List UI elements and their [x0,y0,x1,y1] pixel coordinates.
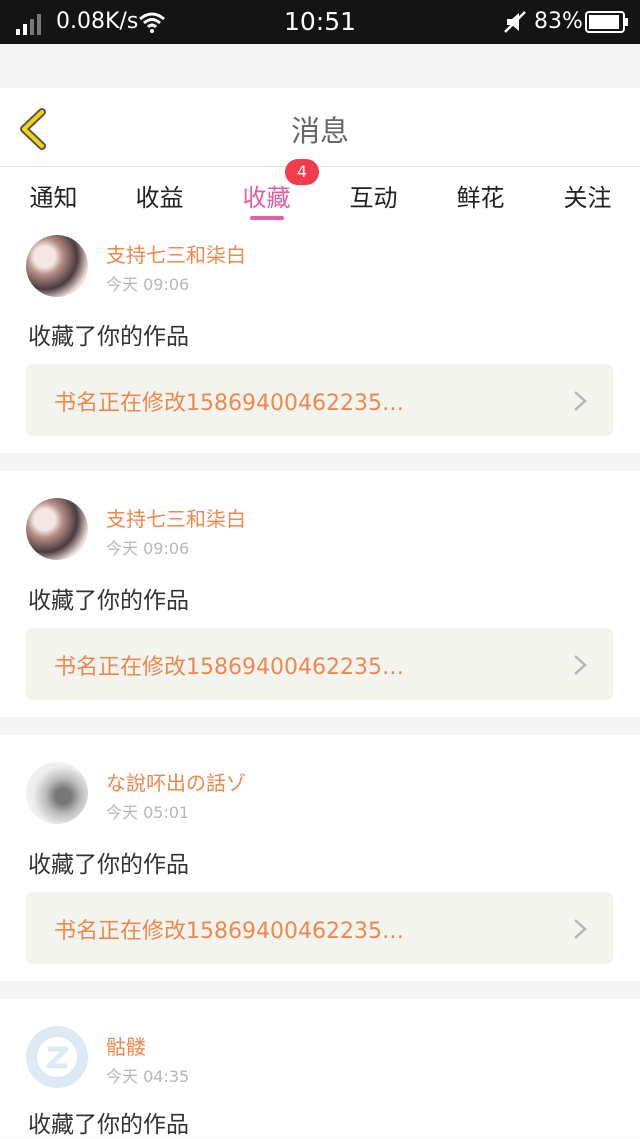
favorites-count-badge: 4 [285,159,319,185]
book-title: 书名正在修改15869400462235… [54,391,404,416]
list-item: 支持七三和柒白 今天 09:06 收藏了你的作品 书名正在修改158694004… [0,471,640,717]
battery-percent: 83% [534,9,583,34]
book-link[interactable]: 书名正在修改15869400462235… [26,364,613,436]
username[interactable]: な說吥出の話ゾ [106,767,246,796]
book-link[interactable]: 书名正在修改15869400462235… [26,892,613,964]
action-text: 收藏了你的作品 [28,324,189,350]
tab-follows[interactable]: 关注 [534,178,640,213]
action-text: 收藏了你的作品 [28,852,189,878]
chevron-right-icon [574,391,587,411]
timestamp: 今天 09:06 [106,539,190,558]
default-avatar-icon [37,1037,77,1077]
mute-icon [504,11,526,33]
list-item: な說吥出の話ゾ 今天 05:01 收藏了你的作品 书名正在修改158694004… [0,735,640,981]
tab-earnings[interactable]: 收益 [106,178,213,213]
tab-flowers[interactable]: 鲜花 [427,178,534,213]
tab-interactions[interactable]: 互动 [320,178,427,213]
page-title: 消息 [290,114,349,148]
username[interactable]: 支持七三和柒白 [106,503,246,532]
book-title: 书名正在修改15869400462235… [54,919,404,944]
username[interactable]: 支持七三和柒白 [106,239,246,268]
tab-notifications[interactable]: 通知 [0,178,107,213]
timestamp: 今天 09:06 [106,275,190,294]
book-title: 书名正在修改15869400462235… [54,655,404,680]
action-text: 收藏了你的作品 [28,1112,189,1138]
avatar[interactable] [26,1026,88,1088]
action-text: 收藏了你的作品 [28,588,189,614]
username[interactable]: 骷髅 [106,1031,146,1060]
timestamp: 今天 05:01 [106,803,190,822]
active-tab-indicator [250,216,284,220]
timestamp: 今天 04:35 [106,1067,190,1086]
list-item: 支持七三和柒白 今天 09:06 收藏了你的作品 书名正在修改158694004… [0,227,640,453]
avatar[interactable] [26,498,88,560]
chevron-right-icon [574,655,587,675]
avatar[interactable] [26,235,88,297]
chevron-right-icon [574,919,587,939]
book-link[interactable]: 书名正在修改15869400462235… [26,628,613,700]
status-bar: 0.08K/s 10:51 83% [0,0,640,44]
avatar[interactable] [26,762,88,824]
list-item: 骷髅 今天 04:35 收藏了你的作品 [0,999,640,1138]
battery-icon [585,11,628,33]
